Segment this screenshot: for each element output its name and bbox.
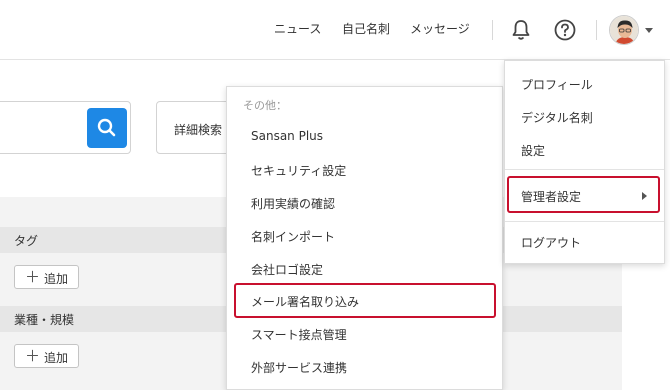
search-icon <box>97 118 116 137</box>
bell-icon[interactable] <box>509 18 533 42</box>
menu-item-company-logo[interactable]: 会社ロゴ設定 <box>251 261 323 278</box>
search-button[interactable] <box>87 108 127 148</box>
section-title: 業種・規模 <box>14 313 75 327</box>
nav-news[interactable]: ニュース <box>274 20 321 37</box>
menu-item-settings[interactable]: 設定 <box>521 142 545 159</box>
add-industry-button[interactable]: ＋ 追加 <box>14 344 79 368</box>
menu-item-security-settings[interactable]: セキュリティ設定 <box>251 162 346 179</box>
user-dropdown: プロフィール デジタル名刺 設定 管理者設定 ログアウト <box>504 60 665 264</box>
help-icon[interactable] <box>553 18 577 42</box>
menu-item-email-signature-import[interactable]: メール署名取り込み <box>251 293 359 310</box>
nav-my-card[interactable]: 自己名刺 <box>342 20 390 37</box>
menu-item-card-import[interactable]: 名刺インポート <box>251 228 335 245</box>
chevron-right-icon <box>642 192 647 200</box>
header-divider <box>596 20 597 40</box>
plus-icon: ＋ <box>25 268 41 286</box>
menu-item-smart-contact[interactable]: スマート接点管理 <box>251 326 347 343</box>
section-title: タグ <box>14 234 39 248</box>
plus-icon: ＋ <box>25 347 41 365</box>
avatar[interactable] <box>609 15 639 45</box>
menu-item-admin-settings[interactable]: 管理者設定 <box>521 188 581 205</box>
dropdown-header: その他： <box>243 99 287 112</box>
add-label: 追加 <box>44 351 69 365</box>
add-tag-button[interactable]: ＋ 追加 <box>14 265 79 289</box>
others-dropdown: その他： Sansan Plus セキュリティ設定 利用実績の確認 名刺インポー… <box>226 86 503 390</box>
menu-item-sansan-plus[interactable]: Sansan Plus <box>251 129 323 143</box>
menu-divider <box>505 169 664 170</box>
top-header: ニュース 自己名刺 メッセージ <box>0 0 670 60</box>
menu-item-external-services[interactable]: 外部サービス連携 <box>251 359 347 376</box>
user-menu-caret-icon[interactable] <box>645 28 653 33</box>
advanced-search-label: 詳細検索 <box>174 123 223 137</box>
header-divider <box>492 20 493 40</box>
menu-divider <box>505 221 664 222</box>
menu-item-digital-card[interactable]: デジタル名刺 <box>521 109 593 126</box>
nav-message[interactable]: メッセージ <box>410 20 470 37</box>
menu-item-logout[interactable]: ログアウト <box>521 234 581 251</box>
menu-item-usage-check[interactable]: 利用実績の確認 <box>251 195 335 212</box>
menu-item-profile[interactable]: プロフィール <box>521 76 593 93</box>
add-label: 追加 <box>44 272 69 286</box>
